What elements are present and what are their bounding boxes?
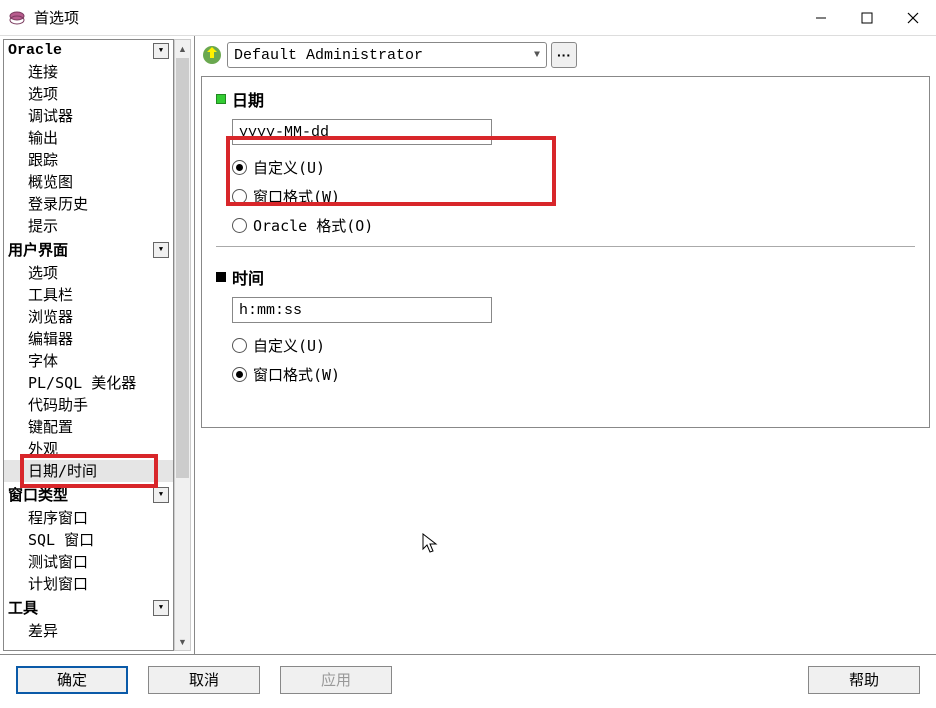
tree-section-oracle[interactable]: Oracle ▼: [4, 40, 173, 61]
scrollbar-thumb[interactable]: [176, 58, 189, 478]
status-indicator-icon: [216, 94, 226, 104]
group-title-time: 时间: [232, 265, 264, 289]
minimize-button[interactable]: [798, 0, 844, 36]
help-button[interactable]: 帮助: [808, 666, 920, 694]
cancel-button[interactable]: 取消: [148, 666, 260, 694]
radio-date-custom[interactable]: 自定义(U): [232, 153, 915, 182]
scroll-down-icon[interactable]: ▼: [175, 633, 190, 650]
radio-icon: [232, 338, 247, 353]
profile-more-button[interactable]: ···: [551, 42, 577, 68]
date-format-input[interactable]: [232, 119, 492, 145]
tree-item[interactable]: 程序窗口: [4, 507, 173, 529]
tree-item[interactable]: 登录历史: [4, 193, 173, 215]
chevron-down-icon: ▼: [534, 50, 540, 61]
status-indicator-icon: [216, 272, 226, 282]
profile-icon: [201, 44, 223, 66]
tree-item[interactable]: 调试器: [4, 105, 173, 127]
tree-item[interactable]: SQL 窗口: [4, 529, 173, 551]
window-title: 首选项: [34, 7, 798, 28]
chevron-down-icon[interactable]: ▼: [153, 43, 169, 59]
ok-button[interactable]: 确定: [16, 666, 128, 694]
tree-section-ui[interactable]: 用户界面 ▼: [4, 237, 173, 262]
chevron-down-icon[interactable]: ▼: [153, 487, 169, 503]
tree-item[interactable]: 提示: [4, 215, 173, 237]
titlebar: 首选项: [0, 0, 936, 36]
tree-section-tools[interactable]: 工具 ▼: [4, 595, 173, 620]
radio-icon: [232, 189, 247, 204]
tree-item[interactable]: 输出: [4, 127, 173, 149]
app-icon: [8, 9, 26, 27]
tree-item[interactable]: 计划窗口: [4, 573, 173, 595]
scroll-up-icon[interactable]: ▲: [175, 40, 190, 57]
tree-section-windowtype[interactable]: 窗口类型 ▼: [4, 482, 173, 507]
tree-item[interactable]: 浏览器: [4, 306, 173, 328]
radio-icon: [232, 160, 247, 175]
chevron-down-icon[interactable]: ▼: [153, 242, 169, 258]
maximize-button[interactable]: [844, 0, 890, 36]
tree-item[interactable]: 编辑器: [4, 328, 173, 350]
close-button[interactable]: [890, 0, 936, 36]
radio-icon: [232, 218, 247, 233]
tree-item[interactable]: 代码助手: [4, 394, 173, 416]
profile-select[interactable]: Default Administrator ▼: [227, 42, 547, 68]
tree-item[interactable]: 工具栏: [4, 284, 173, 306]
sidebar-scrollbar[interactable]: ▲ ▼: [174, 39, 191, 651]
tree-item[interactable]: 选项: [4, 83, 173, 105]
tree-item[interactable]: 键配置: [4, 416, 173, 438]
tree-item[interactable]: 连接: [4, 61, 173, 83]
content-panel: Default Administrator ▼ ··· 日期 自定义(U): [195, 36, 936, 654]
time-format-input[interactable]: [232, 297, 492, 323]
tree-item[interactable]: 字体: [4, 350, 173, 372]
tree-item-datetime[interactable]: 日期/时间: [4, 460, 173, 482]
radio-date-oracle[interactable]: Oracle 格式(O): [232, 211, 915, 240]
tree-item[interactable]: 测试窗口: [4, 551, 173, 573]
tree-item[interactable]: 外观: [4, 438, 173, 460]
tree-item[interactable]: 跟踪: [4, 149, 173, 171]
button-bar: 确定 取消 应用 帮助: [0, 654, 936, 704]
chevron-down-icon[interactable]: ▼: [153, 600, 169, 616]
tree-item[interactable]: 选项: [4, 262, 173, 284]
tree-item[interactable]: 差异: [4, 620, 173, 642]
radio-date-window[interactable]: 窗口格式(W): [232, 182, 915, 211]
group-title-date: 日期: [232, 87, 264, 111]
tree-item[interactable]: PL/SQL 美化器: [4, 372, 173, 394]
sidebar: Oracle ▼ 连接 选项 调试器 输出 跟踪 概览图 登录历史 提示 用户界…: [0, 36, 195, 654]
window-controls: [798, 0, 936, 36]
radio-icon: [232, 367, 247, 382]
category-tree[interactable]: Oracle ▼ 连接 选项 调试器 输出 跟踪 概览图 登录历史 提示 用户界…: [3, 39, 174, 651]
tree-item[interactable]: 概览图: [4, 171, 173, 193]
apply-button[interactable]: 应用: [280, 666, 392, 694]
radio-time-custom[interactable]: 自定义(U): [232, 331, 915, 360]
radio-time-window[interactable]: 窗口格式(W): [232, 360, 915, 389]
